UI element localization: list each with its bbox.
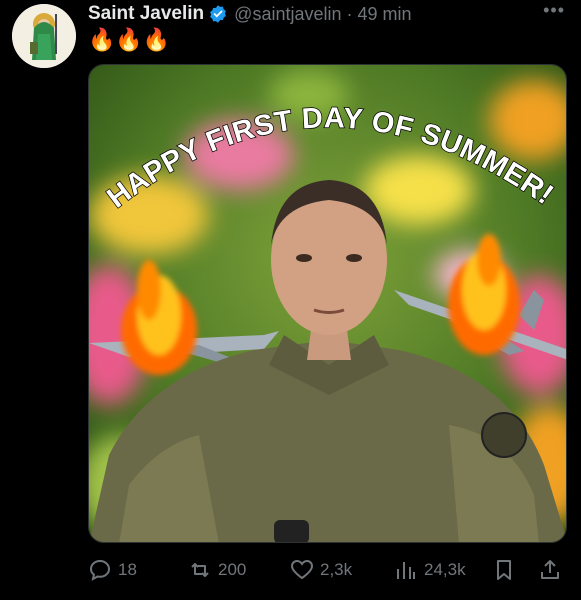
like-count: 2,3k [320,560,353,579]
bookmark-button[interactable] [492,556,522,584]
like-button[interactable]: 2,3k [290,556,352,584]
like-icon [290,559,314,580]
reply-button[interactable]: 18 [88,556,137,584]
handle[interactable]: @saintjavelin [234,4,341,25]
more-icon[interactable]: ••• [543,0,565,21]
tweet-actions: 18 200 2,3k 24,3k [88,556,568,584]
reply-count: 18 [118,560,137,579]
display-name[interactable]: Saint Javelin [88,3,204,25]
timestamp[interactable]: 49 min [358,4,412,25]
tweet-text: 🔥🔥🔥 [88,27,171,52]
reply-icon [89,559,111,581]
share-icon [541,560,559,579]
views-icon [397,562,415,579]
repost-count: 200 [218,560,247,579]
tweet-header: Saint Javelin @saintjavelin · 49 min [88,2,567,26]
tweet-media[interactable]: HAPPY FIRST DAY OF SUMMER!!! [88,64,567,543]
views-count: 24,3k [424,560,466,579]
verified-icon [208,4,228,24]
repost-icon [191,563,209,577]
views-button[interactable]: 24,3k [394,556,466,584]
share-button[interactable] [538,556,568,584]
separator: · [346,3,353,24]
avatar[interactable] [12,4,76,68]
bookmark-icon [497,560,511,580]
repost-button[interactable]: 200 [188,556,246,584]
